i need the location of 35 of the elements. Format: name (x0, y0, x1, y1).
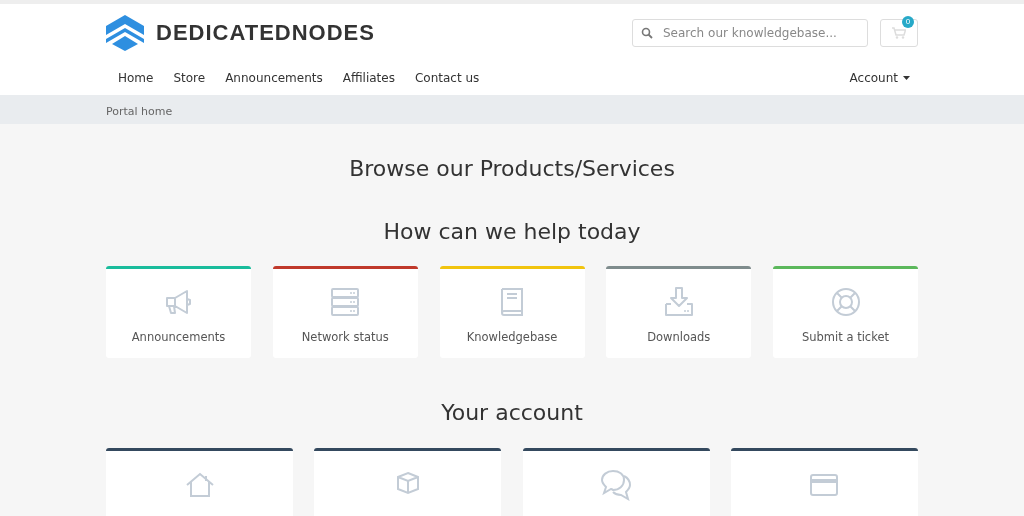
server-icon (329, 286, 362, 318)
help-card[interactable]: Downloads (606, 266, 752, 358)
account-card[interactable] (106, 448, 293, 516)
chat-icon (600, 469, 633, 501)
cart-icon (892, 26, 906, 39)
search-field[interactable]: Search our knowledgebase... (632, 18, 868, 47)
help-card[interactable]: Network status (272, 266, 418, 358)
cart-count-badge: 0 (902, 15, 914, 28)
logo-icon[interactable] (106, 14, 144, 51)
account-menu[interactable]: Account (849, 71, 918, 85)
help-card[interactable]: Announcements (106, 266, 251, 358)
section-heading: How can we help today (382, 218, 642, 244)
section-heading: Your account (440, 399, 584, 425)
account-card[interactable] (314, 448, 502, 516)
card-label: Network status (301, 330, 389, 344)
nav-link[interactable]: Home (106, 71, 162, 85)
download-icon (662, 286, 695, 318)
search-icon (641, 26, 653, 39)
nav-link[interactable]: Announcements (213, 71, 331, 85)
nav-link[interactable]: Store (161, 71, 214, 85)
section-heading: Browse our Products/Services (348, 155, 676, 181)
card-label: Downloads (647, 330, 711, 344)
account-card[interactable] (522, 448, 710, 516)
account-card[interactable] (731, 448, 918, 516)
lifebuoy-icon (829, 286, 862, 318)
card-label: Announcements (131, 330, 226, 344)
help-card[interactable]: Knowledgebase (439, 266, 585, 358)
help-card[interactable]: Submit a ticket (773, 266, 918, 358)
brand-name[interactable]: DEDICATEDNODES (156, 19, 375, 46)
card-label: Knowledgebase (466, 330, 558, 344)
breadcrumb-link[interactable]: Portal home (106, 105, 173, 118)
caret-icon (903, 76, 910, 80)
card-label: Submit a ticket (802, 330, 889, 344)
nav-link[interactable]: Affiliates (330, 71, 403, 85)
nav-link[interactable]: Contact us (402, 71, 488, 85)
